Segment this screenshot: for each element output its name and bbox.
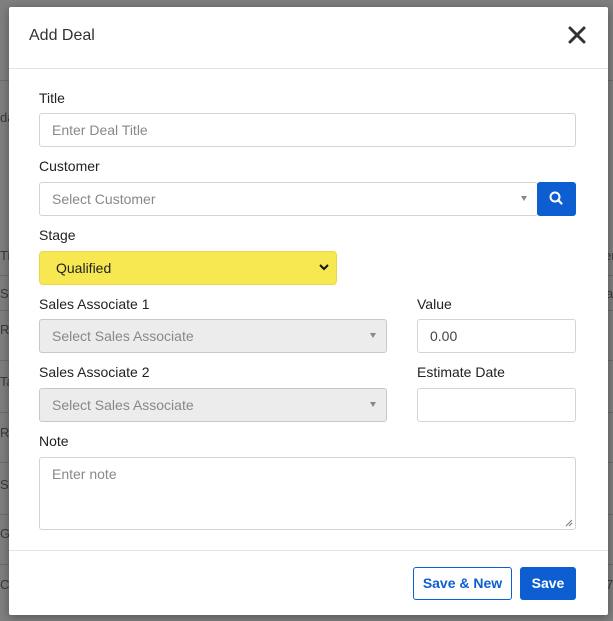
add-deal-modal: Add Deal Title Enter Deal Title Customer… — [9, 7, 608, 615]
value-label: Value — [417, 296, 452, 312]
sales-associate-2-label: Sales Associate 2 — [39, 364, 150, 380]
value-input[interactable]: 0.00 — [417, 319, 576, 353]
customer-placeholder: Select Customer — [52, 191, 156, 207]
save-button[interactable]: Save — [520, 567, 576, 600]
stage-select[interactable]: Qualified — [39, 251, 337, 285]
deal-title-input[interactable]: Enter Deal Title — [39, 113, 576, 147]
sales-associate-2-select[interactable]: Select Sales Associate — [39, 388, 387, 422]
customer-search-button[interactable] — [537, 182, 576, 216]
value-input-text: 0.00 — [430, 328, 458, 344]
backdrop-text: S — [0, 286, 9, 301]
sales-associate-1-label: Sales Associate 1 — [39, 296, 150, 312]
stage-value: Qualified — [56, 260, 112, 276]
chevron-down-icon — [370, 333, 376, 338]
close-icon-glyph — [568, 26, 586, 44]
chevron-down-icon — [521, 196, 527, 201]
save-and-new-button[interactable]: Save & New — [413, 567, 512, 600]
customer-label: Customer — [39, 158, 100, 174]
note-textarea[interactable]: Enter note — [39, 457, 576, 530]
chevron-down-icon — [370, 402, 376, 407]
estimate-date-label: Estimate Date — [417, 364, 505, 380]
close-icon[interactable] — [566, 24, 588, 48]
modal-header: Add Deal — [9, 7, 608, 69]
estimate-date-input[interactable] — [417, 388, 576, 422]
stage-label: Stage — [39, 227, 76, 243]
resize-grip-icon[interactable] — [565, 519, 573, 527]
search-icon — [549, 191, 563, 205]
chevron-down-icon — [319, 264, 329, 271]
note-placeholder: Enter note — [52, 466, 117, 482]
deal-title-placeholder: Enter Deal Title — [52, 122, 148, 138]
customer-select[interactable]: Select Customer — [39, 182, 538, 216]
sales-associate-1-placeholder: Select Sales Associate — [52, 328, 194, 344]
sales-associate-2-placeholder: Select Sales Associate — [52, 397, 194, 413]
sales-associate-1-select[interactable]: Select Sales Associate — [39, 319, 387, 353]
modal-title: Add Deal — [29, 27, 95, 44]
title-label: Title — [39, 90, 65, 106]
note-label: Note — [39, 433, 69, 449]
modal-footer: Save & New Save — [9, 550, 608, 616]
